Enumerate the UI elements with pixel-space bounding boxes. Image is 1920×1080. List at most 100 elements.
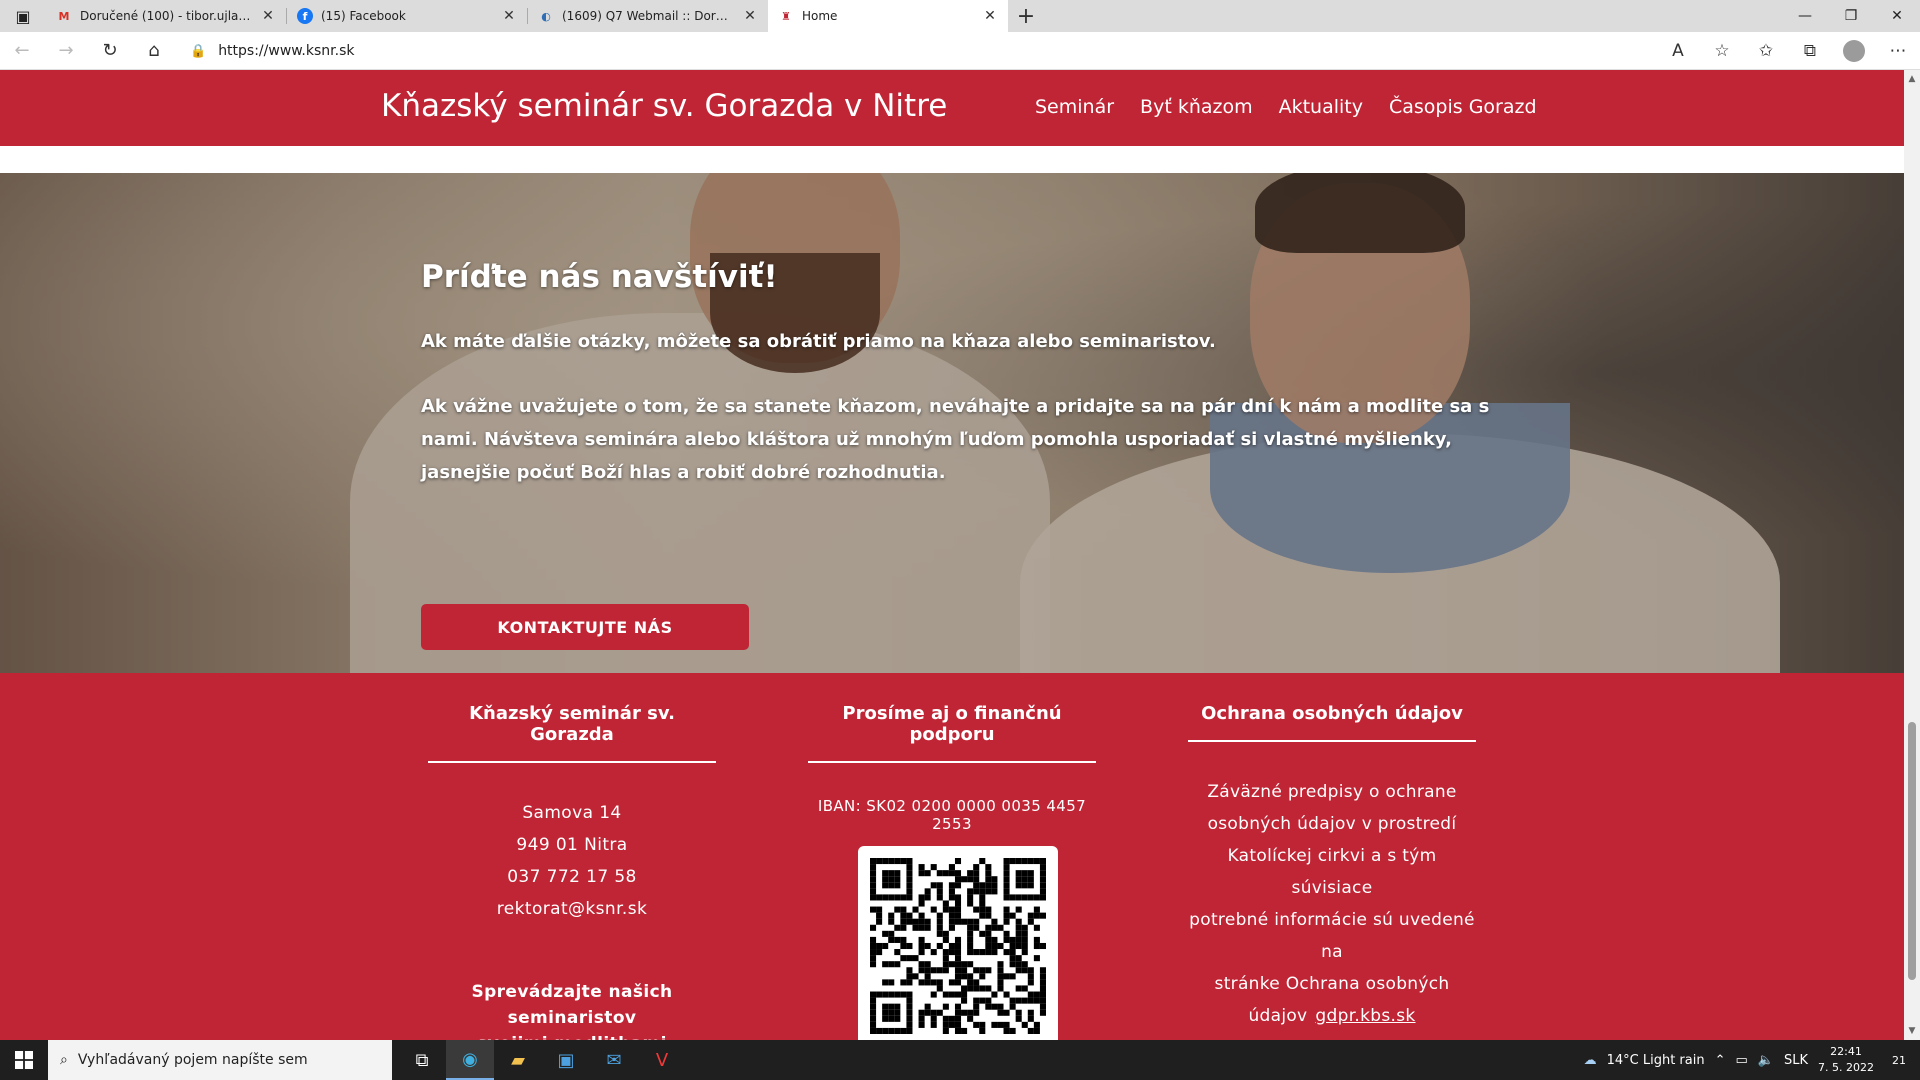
prayer-appeal: Sprevádzajte našich seminaristov svojimi… <box>428 979 716 1040</box>
site-favicon-icon: ♜ <box>781 9 791 23</box>
donation-qr-code <box>858 846 1058 1040</box>
footer-privacy-title: Ochrana osobných údajov <box>1188 703 1476 742</box>
prayer-appeal-line-2: svojimi modlitbami <box>428 1031 716 1040</box>
system-tray: ☁ 14°C Light rain ⌃ ▭ 🔈 SLK 22:41 7. 5. … <box>1584 1040 1920 1080</box>
volume-icon[interactable]: 🔈 <box>1758 1053 1774 1068</box>
privacy-text-line: Katolíckej cirkvi a s tým súvisiace <box>1227 846 1437 898</box>
clock-time: 22:41 <box>1830 1045 1862 1058</box>
gmail-icon: M <box>58 9 70 23</box>
minimize-icon[interactable]: — <box>1782 0 1828 32</box>
browser-tab-home[interactable]: ♜ Home ✕ <box>768 0 1008 32</box>
iban-number: IBAN: SK02 0200 0000 0035 4457 2553 <box>817 797 1087 833</box>
hero-content: Príďte nás navštíviť! Ak máte ďalšie otá… <box>421 259 1501 521</box>
webmail-icon: ◐ <box>541 9 551 23</box>
profile-avatar[interactable] <box>1832 40 1876 62</box>
vivaldi-icon[interactable]: V <box>638 1040 686 1080</box>
notifications-icon[interactable]: 21 <box>1884 1040 1914 1080</box>
page-viewport: Kňazský seminár sv. Gorazda v Nitre Semi… <box>0 70 1904 1040</box>
email-link[interactable]: rektorat@ksnr.sk <box>428 893 716 925</box>
edge-browser-icon[interactable]: ◉ <box>446 1040 494 1080</box>
new-tab-icon[interactable]: + <box>1008 0 1044 32</box>
back-icon[interactable]: ← <box>0 32 44 70</box>
browser-tab-webmail[interactable]: ◐ (1609) Q7 Webmail :: Doručená p ✕ <box>528 0 768 32</box>
contact-us-button[interactable]: KONTAKTUJTE NÁS <box>421 604 749 650</box>
mail-icon[interactable]: ✉ <box>590 1040 638 1080</box>
url-text: https://www.ksnr.sk <box>218 43 355 59</box>
nav-item-aktuality[interactable]: Aktuality <box>1279 96 1363 118</box>
taskbar-search-input[interactable]: ⌕ Vyhľadávaný pojem napíšte sem <box>48 1040 392 1080</box>
nav-item-byt-knazom[interactable]: Byť kňazom <box>1140 96 1253 118</box>
privacy-text-line: osobných údajov v prostredí <box>1207 814 1457 834</box>
address-toolbar: ← → ↻ ⌂ 🔒 https://www.ksnr.sk A ☆ ✩ ⧉ ⋯ <box>0 32 1920 70</box>
address-street: Samova 14 <box>522 803 622 823</box>
scroll-down-icon[interactable]: ▼ <box>1904 1026 1920 1036</box>
weather-text[interactable]: 14°C Light rain <box>1607 1053 1705 1068</box>
privacy-text-line-last: údajov gdpr.kbs.sk <box>1188 1000 1476 1032</box>
site-title[interactable]: Kňazský seminár sv. Gorazda v Nitre <box>381 88 947 124</box>
clock-date: 7. 5. 2022 <box>1818 1061 1874 1074</box>
footer-donation-column: Prosíme aj o finančnú podporu IBAN: SK02… <box>808 703 1096 833</box>
tab-title: Doručené (100) - tibor.ujlacky@ <box>80 9 252 23</box>
clock[interactable]: 22:41 7. 5. 2022 <box>1818 1044 1874 1076</box>
footer-contact-title: Kňazský seminár sv. Gorazda <box>428 703 716 763</box>
favorites-icon[interactable]: ✩ <box>1744 41 1788 61</box>
forward-icon[interactable]: → <box>44 32 88 70</box>
nav-item-seminar[interactable]: Seminár <box>1035 96 1114 118</box>
hero-paragraph-1: Ak máte ďalšie otázky, môžete sa obrátiť… <box>421 331 1216 352</box>
language-indicator[interactable]: SLK <box>1784 1053 1808 1068</box>
task-view-icon[interactable]: ⧉ <box>398 1040 446 1080</box>
close-icon[interactable]: ✕ <box>742 8 758 24</box>
browser-tab-bar: ▣ M Doručené (100) - tibor.ujlacky@ ✕ f … <box>0 0 1920 32</box>
more-icon[interactable]: ⋯ <box>1876 41 1920 61</box>
footer-privacy-column: Ochrana osobných údajov Záväzné predpisy… <box>1188 703 1476 1032</box>
privacy-text-end: údajov <box>1248 1006 1308 1026</box>
browser-tools: A ☆ ✩ ⧉ ⋯ <box>1656 32 1920 70</box>
close-icon[interactable]: ✕ <box>501 8 517 24</box>
add-favorite-icon[interactable]: ☆ <box>1700 41 1744 61</box>
read-aloud-icon[interactable]: A <box>1656 41 1700 61</box>
lock-icon[interactable]: 🔒 <box>190 44 206 59</box>
privacy-text: Záväzné predpisy o ochrane osobných údaj… <box>1188 776 1476 1032</box>
page-scrollbar[interactable]: ▲ ▼ <box>1904 70 1920 1040</box>
qr-code-image <box>870 858 1046 1034</box>
facebook-icon: f <box>297 8 313 24</box>
main-nav: Seminár Byť kňazom Aktuality Časopis Gor… <box>1035 96 1537 118</box>
close-window-icon[interactable]: ✕ <box>1874 0 1920 32</box>
windows-start-icon[interactable] <box>0 1040 48 1080</box>
search-icon: ⌕ <box>60 1052 68 1068</box>
address-city: 949 01 Nitra <box>516 835 628 855</box>
scrollbar-thumb[interactable] <box>1908 722 1916 980</box>
windows-taskbar: ⌕ Vyhľadávaný pojem napíšte sem ⧉ ◉ ▰ ▣ … <box>0 1040 1920 1080</box>
collections-icon[interactable]: ⧉ <box>1788 41 1832 61</box>
chevron-up-icon[interactable]: ⌃ <box>1715 1053 1726 1068</box>
browser-tab-gmail[interactable]: M Doručené (100) - tibor.ujlacky@ ✕ <box>46 0 286 32</box>
store-icon[interactable]: ▣ <box>542 1040 590 1080</box>
hero-paragraph-2: Ak vážne uvažujete o tom, že sa stanete … <box>421 396 1490 483</box>
browser-tab-facebook[interactable]: f (15) Facebook ✕ <box>287 0 527 32</box>
search-placeholder: Vyhľadávaný pojem napíšte sem <box>77 1052 308 1068</box>
hero-title: Príďte nás navštíviť! <box>421 259 778 295</box>
footer-contact-column: Kňazský seminár sv. Gorazda Samova 14 94… <box>428 703 716 1040</box>
restore-icon[interactable]: ❐ <box>1828 0 1874 32</box>
window-controls: — ❐ ✕ <box>1782 0 1920 32</box>
refresh-icon[interactable]: ↻ <box>88 32 132 70</box>
close-icon[interactable]: ✕ <box>260 8 276 24</box>
network-icon[interactable]: ▭ <box>1736 1053 1748 1068</box>
scroll-up-icon[interactable]: ▲ <box>1904 74 1920 84</box>
nav-item-casopis-gorazd[interactable]: Časopis Gorazd <box>1389 96 1537 118</box>
privacy-text-line: potrebné informácie sú uvedené na <box>1189 910 1475 962</box>
file-explorer-icon[interactable]: ▰ <box>494 1040 542 1080</box>
url-field[interactable]: 🔒 https://www.ksnr.sk <box>190 36 1700 66</box>
gdpr-link[interactable]: gdpr.kbs.sk <box>1315 1006 1415 1026</box>
tab-title: (15) Facebook <box>321 9 406 23</box>
privacy-text-line: stránke Ochrana osobných <box>1214 974 1450 994</box>
tab-actions-icon[interactable]: ▣ <box>0 0 46 32</box>
site-footer: Kňazský seminár sv. Gorazda Samova 14 94… <box>0 673 1904 1040</box>
close-icon[interactable]: ✕ <box>982 8 998 24</box>
weather-icon[interactable]: ☁ <box>1584 1053 1597 1068</box>
site-header: Kňazský seminár sv. Gorazda v Nitre Semi… <box>0 70 1904 146</box>
phone-number: 037 772 17 58 <box>507 867 637 887</box>
taskbar-apps: ⧉ ◉ ▰ ▣ ✉ V <box>398 1040 686 1080</box>
home-icon[interactable]: ⌂ <box>132 32 176 70</box>
notification-count: 21 <box>1892 1053 1906 1067</box>
